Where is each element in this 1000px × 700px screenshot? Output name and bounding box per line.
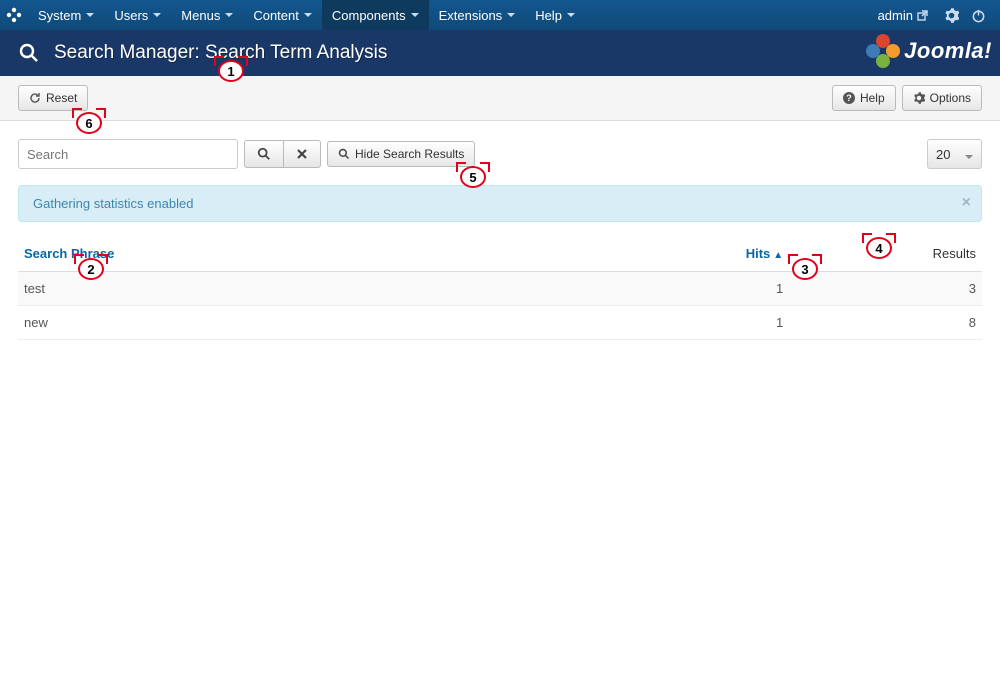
- hide-results-button[interactable]: Hide Search Results: [327, 141, 475, 167]
- cell-hits: 1: [616, 306, 790, 340]
- menu-help[interactable]: Help: [525, 0, 585, 30]
- filter-bar: Hide Search Results 20: [0, 121, 1000, 179]
- cell-results: 8: [789, 306, 982, 340]
- chevron-down-icon: [86, 13, 94, 17]
- cell-hits: 1: [616, 272, 790, 306]
- chevron-down-icon: [225, 13, 233, 17]
- table-row: test13: [18, 272, 982, 306]
- chevron-down-icon: [507, 13, 515, 17]
- settings-icon[interactable]: [938, 8, 965, 23]
- col-header-phrase[interactable]: Search Phrase: [24, 246, 114, 261]
- menu-users[interactable]: Users: [104, 0, 171, 30]
- question-icon: ?: [843, 92, 855, 104]
- help-button[interactable]: ? Help: [832, 85, 896, 111]
- chevron-down-icon: [567, 13, 575, 17]
- reset-button[interactable]: Reset: [18, 85, 88, 111]
- joomla-icon[interactable]: [0, 7, 28, 23]
- close-message-button[interactable]: ×: [962, 194, 971, 212]
- menu-extensions[interactable]: Extensions: [429, 0, 526, 30]
- cell-phrase: test: [18, 272, 616, 306]
- col-header-hits[interactable]: Hits▲: [746, 246, 783, 261]
- table-row: new18: [18, 306, 982, 340]
- menu-menus[interactable]: Menus: [171, 0, 243, 30]
- chevron-down-icon: [965, 147, 973, 162]
- action-toolbar: Reset ? Help Options: [0, 76, 1000, 121]
- menu-system[interactable]: System: [28, 0, 104, 30]
- chevron-down-icon: [304, 13, 312, 17]
- cell-results: 3: [789, 272, 982, 306]
- search-icon: [257, 147, 271, 161]
- external-link-icon: [917, 10, 928, 21]
- chevron-down-icon: [153, 13, 161, 17]
- list-limit-select[interactable]: 20: [927, 139, 982, 169]
- cell-phrase: new: [18, 306, 616, 340]
- menu-content[interactable]: Content: [243, 0, 322, 30]
- sort-asc-icon: ▲: [773, 250, 783, 261]
- search-button[interactable]: [244, 140, 283, 168]
- clear-search-button[interactable]: [283, 140, 321, 168]
- col-header-results: Results: [933, 246, 976, 261]
- top-menu: SystemUsersMenusContentComponentsExtensi…: [28, 0, 585, 30]
- close-icon: [296, 148, 308, 160]
- admin-top-nav: SystemUsersMenusContentComponentsExtensi…: [0, 0, 1000, 30]
- options-button[interactable]: Options: [902, 85, 982, 111]
- search-input[interactable]: [18, 139, 238, 169]
- user-menu[interactable]: admin: [868, 8, 938, 23]
- search-icon: [18, 42, 40, 64]
- admin-label: admin: [878, 8, 913, 23]
- logout-icon[interactable]: [965, 8, 992, 23]
- message-text: Gathering statistics enabled: [33, 196, 193, 211]
- page-title: Search Manager: Search Term Analysis: [54, 42, 387, 64]
- search-icon: [338, 148, 350, 160]
- search-terms-table: Search Phrase Hits▲ Results test13new18: [18, 236, 982, 340]
- chevron-down-icon: [411, 13, 419, 17]
- page-title-bar: Search Manager: Search Term Analysis Joo…: [0, 30, 1000, 76]
- system-message: Gathering statistics enabled ×: [18, 185, 982, 222]
- menu-components[interactable]: Components: [322, 0, 429, 30]
- svg-text:?: ?: [846, 93, 852, 103]
- joomla-logo: Joomla!: [866, 34, 992, 68]
- refresh-icon: [29, 92, 41, 104]
- gear-icon: [913, 92, 925, 104]
